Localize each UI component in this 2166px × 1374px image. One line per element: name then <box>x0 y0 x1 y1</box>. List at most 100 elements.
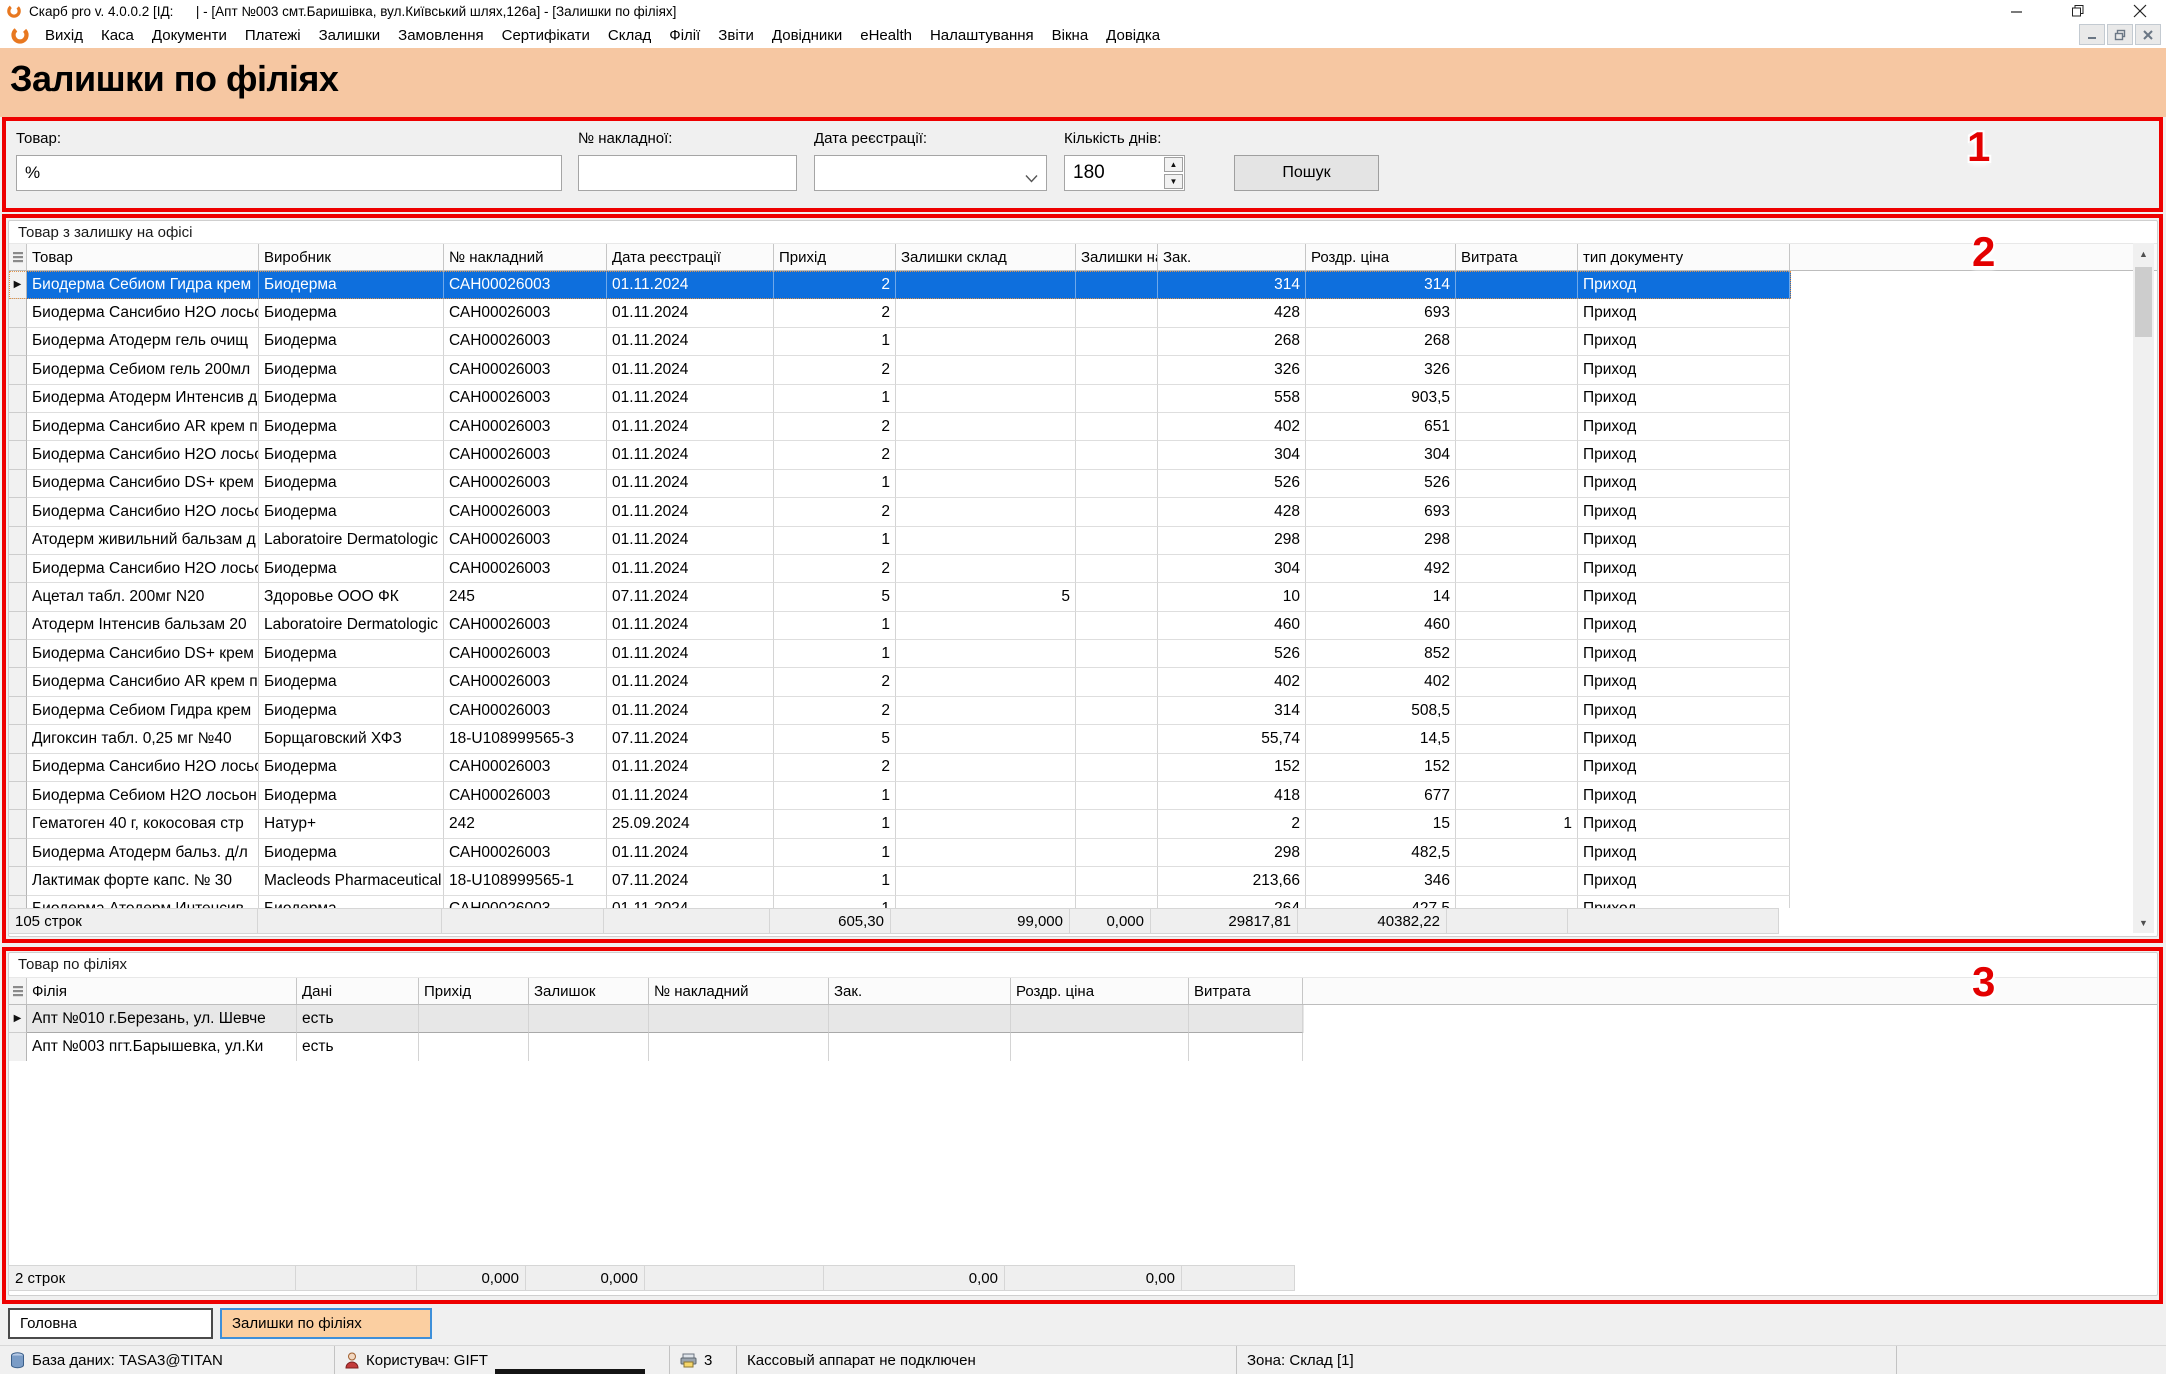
table-cell[interactable] <box>896 640 1076 668</box>
vertical-scrollbar[interactable]: ▲ ▼ <box>2133 243 2154 933</box>
table-cell[interactable] <box>649 1005 829 1033</box>
column-header[interactable]: Прихід <box>419 978 529 1004</box>
table-cell[interactable]: 427,5 <box>1306 896 1456 908</box>
table-cell[interactable] <box>829 1005 1011 1033</box>
table-cell[interactable] <box>1076 527 1158 555</box>
table-cell[interactable]: 01.11.2024 <box>607 413 774 441</box>
table-cell[interactable]: САН00026003 <box>444 470 607 498</box>
table-cell[interactable] <box>529 1033 649 1061</box>
table-cell[interactable] <box>1076 470 1158 498</box>
table-cell[interactable]: Приход <box>1578 498 1790 526</box>
table-cell[interactable] <box>1076 697 1158 725</box>
table-row[interactable]: Дигоксин табл. 0,25 мг №40Борщаговский Х… <box>9 725 1791 753</box>
table-cell[interactable]: Биодерма Себиом Н2О лосьон <box>27 782 259 810</box>
table-cell[interactable]: 01.11.2024 <box>607 612 774 640</box>
column-header[interactable]: Прихід <box>774 244 896 270</box>
table-cell[interactable] <box>1456 668 1578 696</box>
table-row[interactable]: Биодерма Сансибио AR крем пБиодермаСАН00… <box>9 668 1791 696</box>
table-cell[interactable] <box>1456 356 1578 384</box>
table-cell[interactable]: 314 <box>1306 271 1456 299</box>
table-cell[interactable]: Натур+ <box>259 810 444 838</box>
table-row[interactable]: Лактимак форте капс. № 30Macleods Pharma… <box>9 867 1791 895</box>
table-cell[interactable]: САН00026003 <box>444 328 607 356</box>
table-cell[interactable]: Биодерма <box>259 328 444 356</box>
table-cell[interactable]: Биодерма <box>259 668 444 696</box>
table-cell[interactable]: 25.09.2024 <box>607 810 774 838</box>
table-cell[interactable]: САН00026003 <box>444 697 607 725</box>
table-cell[interactable]: Биодерма <box>259 385 444 413</box>
table-cell[interactable]: Биодерма <box>259 697 444 725</box>
table-cell[interactable]: 14,5 <box>1306 725 1456 753</box>
menu-item[interactable]: Сертифікати <box>493 27 599 44</box>
menu-item[interactable]: Склад <box>599 27 660 44</box>
table-cell[interactable]: 526 <box>1158 470 1306 498</box>
table-cell[interactable]: 18-U108999565-3 <box>444 725 607 753</box>
column-header[interactable]: Філія <box>27 978 297 1004</box>
table-cell[interactable] <box>1011 1005 1189 1033</box>
table-cell[interactable]: Гематоген 40 г, кокосовая стр <box>27 810 259 838</box>
table-cell[interactable]: 01.11.2024 <box>607 328 774 356</box>
table-cell[interactable] <box>1456 782 1578 810</box>
table-row[interactable]: Биодерма Атодерм бальз. д/лБиодермаСАН00… <box>9 839 1791 867</box>
table-cell[interactable]: Приход <box>1578 555 1790 583</box>
menu-item[interactable]: Замовлення <box>389 27 492 44</box>
table-cell[interactable]: 1 <box>774 527 896 555</box>
table-cell[interactable]: 01.11.2024 <box>607 470 774 498</box>
days-count-stepper[interactable]: 180 ▲ ▼ <box>1064 155 1185 191</box>
table-cell[interactable] <box>1076 725 1158 753</box>
table-cell[interactable]: 852 <box>1306 640 1456 668</box>
table-cell[interactable]: САН00026003 <box>444 668 607 696</box>
grid-options-icon[interactable] <box>9 978 27 1004</box>
table-cell[interactable]: Биодерма Атодерм Интенсив <box>27 896 259 908</box>
table-cell[interactable] <box>1456 328 1578 356</box>
restore-icon[interactable] <box>2070 3 2086 19</box>
table-cell[interactable] <box>1456 498 1578 526</box>
column-header[interactable]: Роздр. ціна <box>1011 978 1189 1004</box>
table-cell[interactable]: 268 <box>1306 328 1456 356</box>
table-cell[interactable]: Биодерма Себиом Гидра крем <box>27 271 259 299</box>
table-cell[interactable]: Биодерма <box>259 470 444 498</box>
table-cell[interactable] <box>1076 810 1158 838</box>
table-cell[interactable]: САН00026003 <box>444 356 607 384</box>
table-cell[interactable] <box>1076 555 1158 583</box>
menu-item[interactable]: Вікна <box>1043 27 1098 44</box>
table-cell[interactable]: Биодерма Сансибио Н2О лосьо <box>27 754 259 782</box>
table-cell[interactable] <box>896 527 1076 555</box>
table-cell[interactable]: Апт №003 пгт.Барышевка, ул.Ки <box>27 1033 297 1061</box>
column-header[interactable]: Витрата <box>1189 978 1303 1004</box>
column-header[interactable]: Виробник <box>259 244 444 270</box>
table-cell[interactable] <box>1076 839 1158 867</box>
table-cell[interactable] <box>1456 896 1578 908</box>
table-cell[interactable]: 55,74 <box>1158 725 1306 753</box>
table-cell[interactable]: 402 <box>1158 668 1306 696</box>
table-cell[interactable]: Laboratoire Dermatologic <box>259 527 444 555</box>
table-cell[interactable]: САН00026003 <box>444 413 607 441</box>
table-cell[interactable]: 1 <box>774 867 896 895</box>
table-cell[interactable] <box>896 385 1076 413</box>
table-cell[interactable]: Биодерма <box>259 754 444 782</box>
table-cell[interactable]: 07.11.2024 <box>607 583 774 611</box>
table-cell[interactable]: Macleods Pharmaceutical <box>259 867 444 895</box>
menu-item[interactable]: Залишки <box>310 27 390 44</box>
scrollbar-thumb[interactable] <box>2135 267 2152 337</box>
table-cell[interactable] <box>1076 356 1158 384</box>
table-row[interactable]: Биодерма Сансибио Н2О лосьоБиодермаСАН00… <box>9 441 1791 469</box>
menu-item[interactable]: Звіти <box>709 27 763 44</box>
table-cell[interactable]: Приход <box>1578 839 1790 867</box>
table-cell[interactable]: Приход <box>1578 328 1790 356</box>
table-cell[interactable]: 460 <box>1306 612 1456 640</box>
column-header[interactable]: Дата реєстрації <box>607 244 774 270</box>
table-cell[interactable] <box>1456 697 1578 725</box>
product-input[interactable]: % <box>16 155 562 191</box>
table-cell[interactable]: есть <box>297 1005 419 1033</box>
table-cell[interactable] <box>1189 1005 1303 1033</box>
table-cell[interactable] <box>1076 441 1158 469</box>
table-cell[interactable]: САН00026003 <box>444 839 607 867</box>
table-cell[interactable]: 1 <box>1456 810 1578 838</box>
column-header[interactable]: Товар <box>27 244 259 270</box>
table-row[interactable]: Биодерма Сансибио Н2О лосьоБиодермаСАН00… <box>9 498 1791 526</box>
table-cell[interactable]: Биодерма Сансибио Н2О лосьо <box>27 498 259 526</box>
table-row[interactable]: Апт №003 пгт.Барышевка, ул.Киесть <box>9 1033 1304 1061</box>
table-cell[interactable] <box>896 612 1076 640</box>
table-row[interactable]: ▶Апт №010 г.Березань, ул. Шевчеесть <box>9 1005 1304 1033</box>
